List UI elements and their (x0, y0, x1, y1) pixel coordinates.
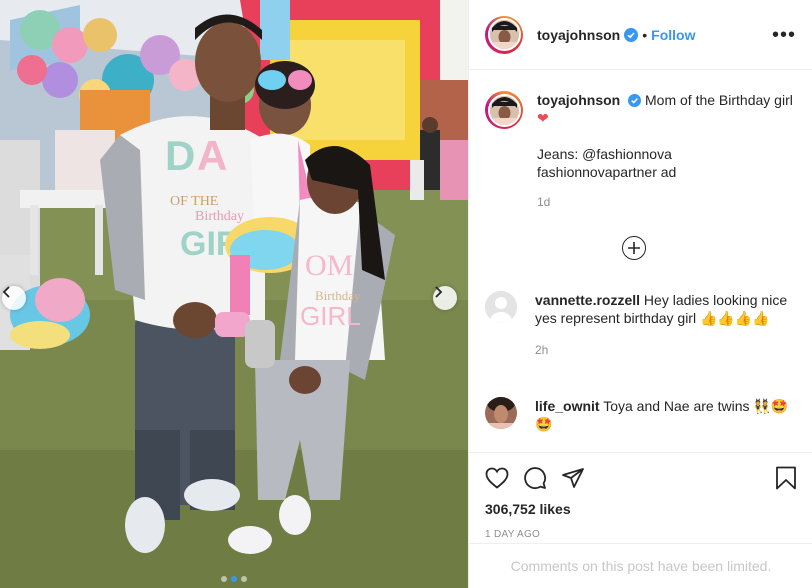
avatar (487, 93, 521, 127)
comment-text: vannette.rozzell Hey ladies looking nice… (535, 291, 797, 359)
comments-panel[interactable]: toyajohnson Mom of the Birthday girl ❤ Je… (469, 71, 812, 451)
author-avatar[interactable] (485, 15, 523, 54)
load-more-comments-button[interactable] (622, 236, 646, 260)
comment-icon (524, 467, 546, 489)
comment-body: Toya and Nae are twins (603, 398, 750, 414)
verified-icon (628, 94, 642, 107)
chevron-left-icon (2, 286, 10, 298)
svg-text:OM: OM (305, 249, 353, 282)
separator-dot: • (642, 26, 648, 43)
follow-button[interactable]: Follow (651, 27, 695, 43)
comment-timestamp[interactable]: 2h (535, 341, 797, 359)
photo-illustration: D A OF THE Birthday GIR OM Birthday GIRL (0, 0, 468, 588)
post-sidebar: toyajohnson • Follow ••• toyajohnson Mom… (468, 0, 812, 588)
post-header: toyajohnson • Follow ••• (469, 0, 812, 70)
caption-line-2: Jeans: @fashionnova (537, 146, 672, 162)
caption-text: toyajohnson Mom of the Birthday girl ❤ Je… (537, 91, 799, 211)
like-button[interactable] (485, 467, 509, 489)
caption-line-1: Mom of the Birthday girl (645, 92, 793, 108)
avatar-image (485, 397, 517, 429)
avatar-image (489, 20, 519, 49)
chevron-right-icon (435, 286, 443, 298)
svg-text:D: D (165, 132, 195, 179)
caption-line-3: fashionnovapartner ad (537, 164, 677, 180)
author-username[interactable]: toyajohnson (537, 27, 620, 43)
share-button[interactable] (561, 467, 585, 489)
caption-timestamp[interactable]: 1d (537, 193, 799, 211)
svg-text:GIRL: GIRL (300, 301, 361, 331)
carousel-dot-active (231, 576, 237, 582)
comment-item: vannette.rozzell Hey ladies looking nice… (485, 291, 797, 359)
comment-button[interactable] (523, 466, 547, 490)
comment-username[interactable]: life_ownit (535, 398, 600, 414)
caption-username[interactable]: toyajohnson (537, 92, 620, 108)
post-modal: D A OF THE Birthday GIR OM Birthday GIRL… (0, 0, 812, 588)
comment-text: life_ownit Toya and Nae are twins 👯🤩🤩 (535, 397, 797, 433)
carousel-indicator (0, 576, 468, 582)
comments-limited-notice: Comments on this post have been limited. (469, 543, 812, 588)
avatar (487, 18, 521, 51)
more-options-icon[interactable]: ••• (772, 25, 796, 45)
svg-text:A: A (197, 132, 227, 179)
post-photo[interactable]: D A OF THE Birthday GIR OM Birthday GIRL (0, 0, 468, 588)
carousel-dot (221, 576, 227, 582)
svg-text:OF THE: OF THE (170, 194, 218, 209)
post-timestamp[interactable]: 1 DAY AGO (485, 529, 797, 540)
bookmark-icon (776, 466, 796, 490)
action-bar (485, 465, 797, 491)
carousel-dot (241, 576, 247, 582)
save-button[interactable] (775, 466, 797, 490)
avatar-image (489, 95, 519, 125)
svg-text:Birthday: Birthday (195, 209, 244, 224)
comment-username[interactable]: vannette.rozzell (535, 292, 640, 308)
caption-avatar[interactable] (485, 91, 523, 129)
default-avatar-icon (485, 291, 517, 323)
previous-photo-button[interactable] (2, 286, 26, 310)
add-icon (628, 242, 640, 254)
heart-icon (485, 467, 509, 489)
caption: toyajohnson Mom of the Birthday girl ❤ Je… (485, 91, 799, 211)
heart-emoji: ❤ (537, 110, 549, 126)
commenter-avatar[interactable] (485, 291, 517, 323)
post-actions: 306,752 likes 1 DAY AGO (469, 452, 812, 540)
comment-emoji: 👍👍👍👍 (699, 310, 770, 326)
share-icon (562, 468, 584, 488)
verified-icon (624, 27, 639, 42)
like-count[interactable]: 306,752 likes (485, 501, 797, 517)
commenter-avatar[interactable] (485, 397, 517, 429)
next-photo-button[interactable] (433, 286, 457, 310)
comment-item: life_ownit Toya and Nae are twins 👯🤩🤩 (485, 397, 797, 433)
